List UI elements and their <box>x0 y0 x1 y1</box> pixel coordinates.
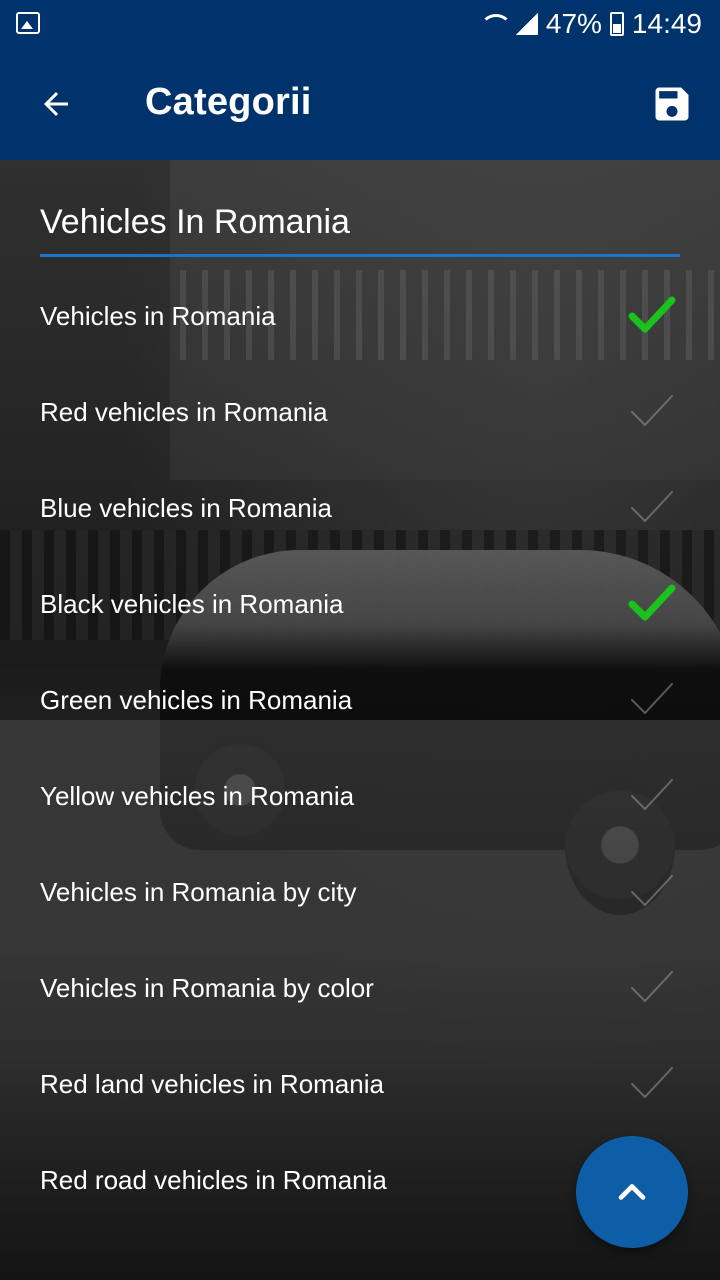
page-title: Categorii <box>145 81 312 123</box>
category-item[interactable]: Red vehicles in Romania <box>0 364 720 460</box>
category-label: Red vehicles in Romania <box>40 396 328 427</box>
category-item[interactable]: Black vehicles in Romania <box>0 556 720 652</box>
category-label: Vehicles in Romania <box>40 300 276 331</box>
image-icon <box>16 12 40 34</box>
app-bar: Categorii <box>0 48 720 160</box>
checkmark-inactive-icon[interactable] <box>628 1064 676 1104</box>
signal-icon <box>515 13 538 35</box>
category-editor: Vehicles in Romania Red vehicles in Roman… <box>0 160 720 1280</box>
checkmark-active-icon[interactable] <box>628 584 676 624</box>
checkmark-inactive-icon[interactable] <box>628 680 676 720</box>
category-search-input[interactable] <box>40 196 680 248</box>
category-label: Red road vehicles in Romania <box>40 1164 387 1195</box>
category-item[interactable]: Yellow vehicles in Romania <box>0 748 720 844</box>
chevron-up-icon <box>618 1184 646 1200</box>
category-label: Yellow vehicles in Romania <box>40 780 355 811</box>
category-label: Red land vehicles in Romania <box>40 1068 384 1099</box>
search-field-wrapper <box>40 196 680 257</box>
back-button[interactable] <box>24 76 88 132</box>
status-time: 14:49 <box>631 8 702 39</box>
category-item[interactable]: Vehicles in Romania <box>0 268 720 364</box>
category-label: Blue vehicles in Romania <box>40 492 332 523</box>
category-item[interactable]: Vehicles in Romania by city <box>0 844 720 940</box>
category-label: Green vehicles in Romania <box>40 684 353 715</box>
checkmark-active-icon[interactable] <box>628 296 676 336</box>
battery-percent: 47% <box>545 8 602 39</box>
category-label: Black vehicles in Romania <box>40 588 344 619</box>
battery-icon <box>609 12 624 36</box>
checkmark-inactive-icon[interactable] <box>628 488 676 528</box>
category-label: Vehicles in Romania by color <box>40 972 374 1003</box>
floppy-disk-icon[interactable] <box>650 82 694 126</box>
wifi-icon <box>478 12 512 36</box>
checkmark-inactive-icon[interactable] <box>628 968 676 1008</box>
scroll-to-top-button[interactable] <box>576 1136 688 1248</box>
checkmark-inactive-icon[interactable] <box>628 872 676 912</box>
category-item[interactable]: Green vehicles in Romania <box>0 652 720 748</box>
category-item[interactable]: Blue vehicles in Romania <box>0 460 720 556</box>
category-item[interactable]: Vehicles in Romania by color <box>0 940 720 1036</box>
arrow-left-icon <box>44 92 68 116</box>
category-list: Vehicles in Romania Red vehicles in Roman… <box>0 268 720 1228</box>
status-bar: 47% 14:49 <box>0 0 720 48</box>
category-label: Vehicles in Romania by city <box>40 876 357 907</box>
status-right: 47% 14:49 <box>478 8 702 40</box>
category-item[interactable]: Red land vehicles in Romania <box>0 1036 720 1132</box>
checkmark-inactive-icon[interactable] <box>628 392 676 432</box>
checkmark-inactive-icon[interactable] <box>628 776 676 816</box>
